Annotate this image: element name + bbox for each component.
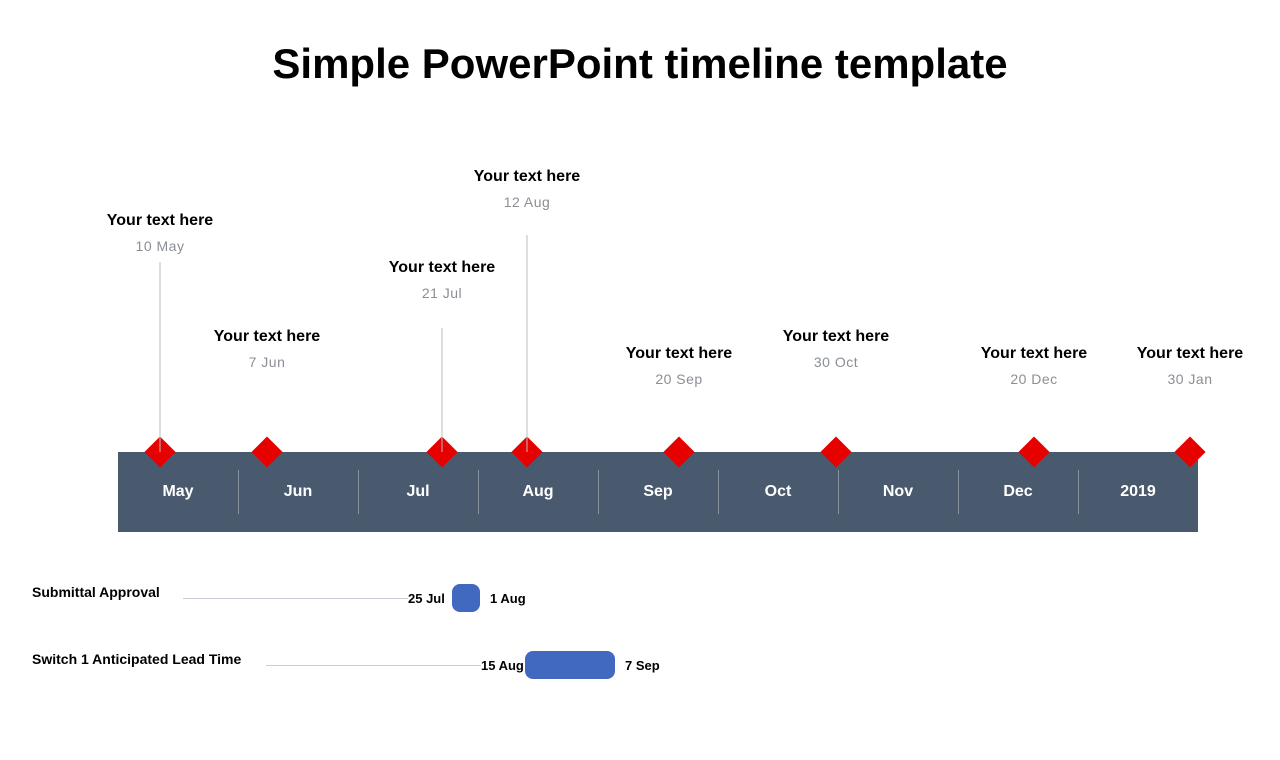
milestone: Your text here 20 Dec bbox=[981, 345, 1087, 387]
month-label: May bbox=[118, 452, 238, 532]
task-bar bbox=[525, 651, 615, 679]
month-label: Jul bbox=[358, 452, 478, 532]
month-label: Oct bbox=[718, 452, 838, 532]
task-bar bbox=[452, 584, 480, 612]
milestone: Your text here 30 Oct bbox=[783, 328, 889, 370]
milestone-label: Your text here bbox=[474, 168, 580, 186]
task-row: Submittal Approval bbox=[32, 584, 160, 600]
month-label: Nov bbox=[838, 452, 958, 532]
milestone: Your text here 10 May bbox=[107, 212, 213, 254]
milestone-leader bbox=[527, 235, 528, 452]
month-separator bbox=[358, 470, 359, 514]
milestone-date: 30 Jan bbox=[1137, 371, 1243, 387]
month-label: Jun bbox=[238, 452, 358, 532]
month-label: Dec bbox=[958, 452, 1078, 532]
milestone-leader bbox=[442, 328, 443, 452]
task-label: Switch 1 Anticipated Lead Time bbox=[32, 651, 241, 667]
milestone: Your text here 20 Sep bbox=[626, 345, 732, 387]
milestone: Your text here 21 Jul bbox=[389, 259, 495, 301]
milestone-leader bbox=[160, 262, 161, 452]
page-title: Simple PowerPoint timeline template bbox=[0, 40, 1280, 88]
task-line bbox=[266, 665, 481, 666]
milestone-label: Your text here bbox=[214, 328, 320, 346]
milestone: Your text here 7 Jun bbox=[214, 328, 320, 370]
milestone-label: Your text here bbox=[981, 345, 1087, 363]
task-date-start: 25 Jul bbox=[408, 591, 445, 606]
month-label: Sep bbox=[598, 452, 718, 532]
task-date-end: 7 Sep bbox=[625, 658, 660, 673]
milestone: Your text here 12 Aug bbox=[474, 168, 580, 210]
month-separator bbox=[838, 470, 839, 514]
milestone: Your text here 30 Jan bbox=[1137, 345, 1243, 387]
month-separator bbox=[958, 470, 959, 514]
task-row: Switch 1 Anticipated Lead Time bbox=[32, 651, 241, 667]
milestone-label: Your text here bbox=[389, 259, 495, 277]
task-date-end: 1 Aug bbox=[490, 591, 526, 606]
month-label: Aug bbox=[478, 452, 598, 532]
milestone-date: 20 Dec bbox=[981, 371, 1087, 387]
month-separator bbox=[598, 470, 599, 514]
milestone-date: 30 Oct bbox=[783, 354, 889, 370]
milestone-label: Your text here bbox=[626, 345, 732, 363]
milestone-date: 20 Sep bbox=[626, 371, 732, 387]
task-date-start: 15 Aug bbox=[481, 658, 524, 673]
task-line bbox=[183, 598, 408, 599]
milestone-date: 12 Aug bbox=[474, 194, 580, 210]
milestone-label: Your text here bbox=[783, 328, 889, 346]
milestone-date: 7 Jun bbox=[214, 354, 320, 370]
task-label: Submittal Approval bbox=[32, 584, 160, 600]
month-separator bbox=[238, 470, 239, 514]
milestone-label: Your text here bbox=[107, 212, 213, 230]
month-label: 2019 bbox=[1078, 452, 1198, 532]
milestone-date: 21 Jul bbox=[389, 285, 495, 301]
milestone-date: 10 May bbox=[107, 238, 213, 254]
month-separator bbox=[718, 470, 719, 514]
month-separator bbox=[478, 470, 479, 514]
milestone-label: Your text here bbox=[1137, 345, 1243, 363]
month-separator bbox=[1078, 470, 1079, 514]
